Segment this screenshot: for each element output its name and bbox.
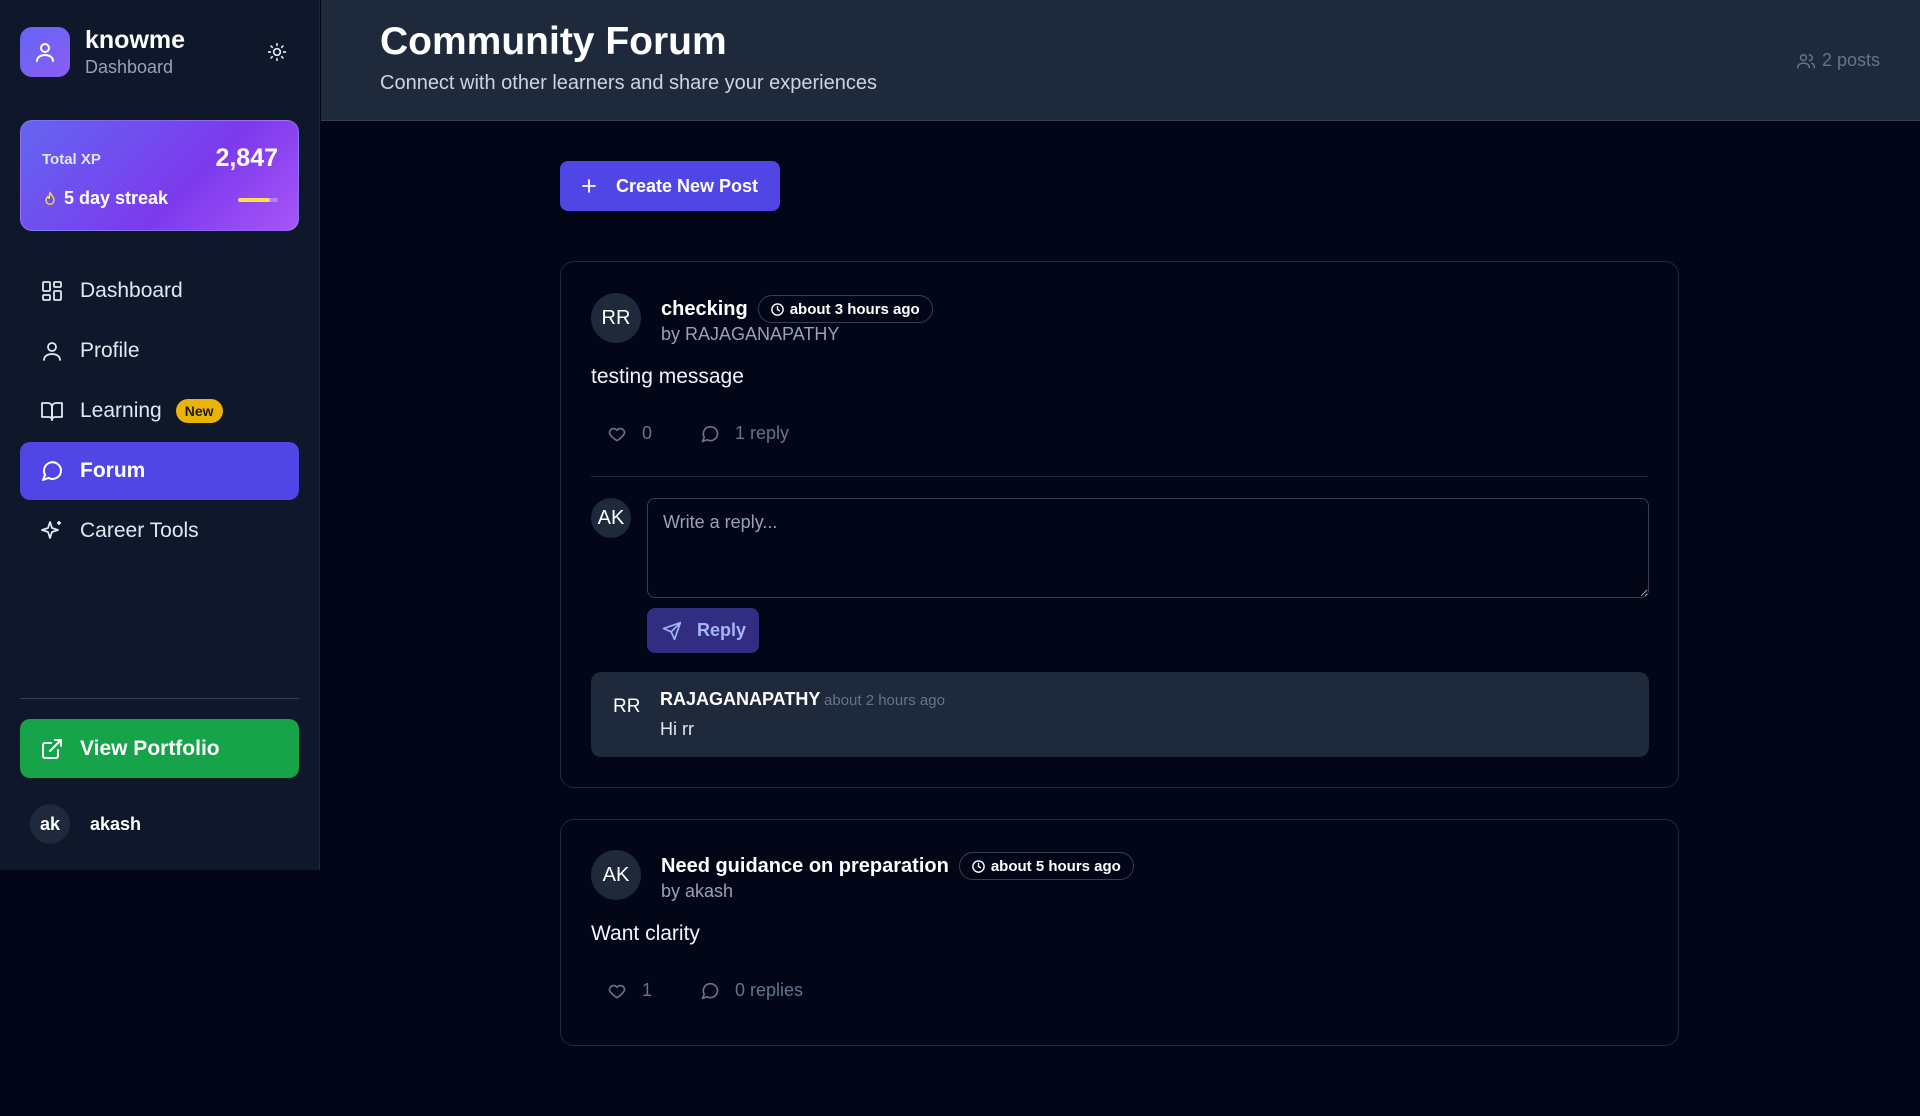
send-icon bbox=[662, 621, 682, 640]
sidebar-item-label: Profile bbox=[80, 339, 140, 362]
xp-card: Total XP 2,847 5 day streak bbox=[20, 120, 299, 231]
reply-author: RAJAGANAPATHY bbox=[660, 689, 821, 709]
view-portfolio-button[interactable]: View Portfolio bbox=[20, 719, 299, 778]
sidebar-item-learning[interactable]: Learning New bbox=[20, 382, 299, 440]
post-title[interactable]: checking bbox=[661, 298, 748, 321]
reply-time: about 2 hours ago bbox=[824, 692, 945, 709]
reply-count: 1 reply bbox=[735, 423, 790, 443]
post-divider bbox=[591, 476, 1648, 477]
create-new-post-button[interactable]: Create New Post bbox=[560, 161, 780, 211]
avatar: ak bbox=[30, 804, 70, 844]
replies-button[interactable]: 1 reply bbox=[700, 423, 789, 444]
sidebar-nav: Dashboard Profile Learning New Forum Car… bbox=[20, 262, 299, 562]
brand-subtitle: Dashboard bbox=[85, 57, 174, 77]
post-count: 2 posts bbox=[1796, 50, 1880, 71]
post-body: Want clarity bbox=[591, 922, 700, 945]
post-actions: 1 0 replies bbox=[607, 980, 803, 1001]
sidebar-item-career-tools[interactable]: Career Tools bbox=[20, 502, 299, 560]
avatar: RR bbox=[591, 293, 641, 343]
avatar: AK bbox=[591, 498, 631, 538]
book-icon bbox=[41, 402, 63, 421]
like-button[interactable]: 0 bbox=[607, 423, 652, 444]
message-circle-icon bbox=[701, 425, 719, 442]
sparkles-icon bbox=[41, 521, 61, 539]
sidebar-item-label: Career Tools bbox=[80, 519, 199, 542]
reply-count: 0 replies bbox=[735, 980, 804, 1000]
sidebar-divider bbox=[20, 698, 299, 699]
current-user[interactable]: ak akash bbox=[30, 804, 141, 844]
brand-title: knowme bbox=[85, 26, 186, 54]
user-name: akash bbox=[90, 813, 142, 834]
sidebar-item-forum[interactable]: Forum bbox=[20, 442, 299, 500]
sidebar-item-label: Forum bbox=[80, 459, 146, 482]
streak: 5 day streak bbox=[42, 188, 168, 209]
post-count-label: 2 posts bbox=[1821, 50, 1880, 70]
page-subtitle: Connect with other learners and share yo… bbox=[380, 72, 877, 94]
theme-toggle-button[interactable] bbox=[263, 38, 291, 66]
reply-button-label: Reply bbox=[697, 620, 747, 640]
avatar: AK bbox=[591, 850, 641, 900]
clock-icon bbox=[770, 302, 784, 316]
sidebar-item-profile[interactable]: Profile bbox=[20, 322, 299, 380]
post-header: Need guidance on preparation about 5 hou… bbox=[661, 852, 1134, 880]
post-time-badge: about 5 hours ago bbox=[958, 852, 1134, 880]
post-author: by akash bbox=[661, 881, 734, 901]
reply-item: RR RAJAGANAPATHY about 2 hours ago Hi rr bbox=[591, 672, 1649, 757]
sidebar: knowme Dashboard Total XP 2,847 5 day st… bbox=[0, 0, 320, 870]
heart-icon bbox=[608, 984, 626, 998]
streak-progress-fill bbox=[238, 198, 270, 202]
post-body: testing message bbox=[591, 365, 744, 388]
post-card: RR checking about 3 hours ago by RAJAGAN… bbox=[560, 261, 1679, 788]
like-count: 0 bbox=[642, 423, 653, 443]
post-card: AK Need guidance on preparation about 5 … bbox=[560, 819, 1679, 1046]
external-link-icon bbox=[42, 738, 62, 759]
create-new-post-label: Create New Post bbox=[616, 175, 759, 196]
reply-button[interactable]: Reply bbox=[647, 608, 759, 653]
like-count: 1 bbox=[642, 980, 653, 1000]
post-actions: 0 1 reply bbox=[607, 423, 789, 444]
post-header: checking about 3 hours ago bbox=[661, 295, 933, 323]
avatar: RR bbox=[613, 696, 641, 717]
users-icon bbox=[1796, 53, 1816, 68]
post-time: about 5 hours ago bbox=[990, 857, 1121, 875]
sidebar-item-label: Dashboard bbox=[80, 279, 183, 302]
user-icon bbox=[20, 27, 70, 77]
page-header: Community Forum Connect with other learn… bbox=[321, 0, 1920, 121]
message-circle-icon bbox=[42, 461, 62, 481]
xp-value: 2,847 bbox=[215, 144, 278, 172]
reply-text: Hi rr bbox=[660, 719, 694, 739]
page-title: Community Forum bbox=[380, 20, 727, 63]
user-icon bbox=[43, 342, 61, 361]
post-author: by RAJAGANAPATHY bbox=[661, 324, 840, 344]
clock-icon bbox=[972, 859, 985, 873]
streak-progress-bar bbox=[238, 198, 278, 202]
flame-icon bbox=[45, 191, 55, 205]
sidebar-item-label: Learning bbox=[80, 399, 162, 422]
heart-icon bbox=[608, 427, 626, 441]
reply-input[interactable] bbox=[647, 498, 1649, 598]
new-badge: New bbox=[175, 399, 223, 423]
view-portfolio-label: View Portfolio bbox=[80, 736, 220, 760]
plus-icon bbox=[582, 179, 596, 193]
message-circle-icon bbox=[701, 982, 719, 999]
post-time: about 3 hours ago bbox=[789, 300, 920, 318]
replies-button[interactable]: 0 replies bbox=[700, 980, 803, 1001]
post-title[interactable]: Need guidance on preparation bbox=[661, 855, 949, 878]
xp-label: Total XP bbox=[42, 151, 101, 168]
brand[interactable]: knowme Dashboard bbox=[20, 25, 185, 79]
post-time-badge: about 3 hours ago bbox=[757, 295, 933, 323]
dashboard-icon bbox=[42, 281, 62, 301]
streak-label: 5 day streak bbox=[64, 188, 169, 208]
sidebar-item-dashboard[interactable]: Dashboard bbox=[20, 262, 299, 320]
like-button[interactable]: 1 bbox=[607, 980, 652, 1001]
sun-icon bbox=[267, 42, 287, 62]
